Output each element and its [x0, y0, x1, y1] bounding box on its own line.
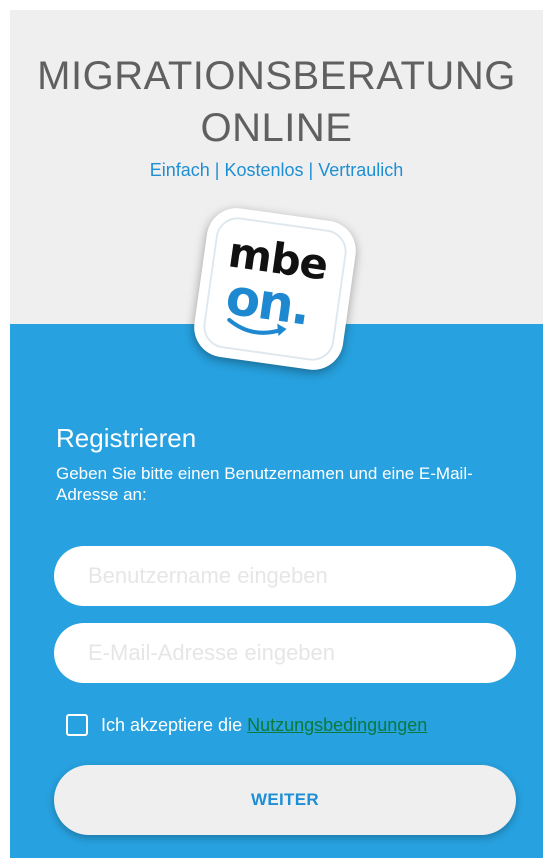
username-input[interactable]: [54, 546, 516, 606]
app-tagline: Einfach | Kostenlos | Vertraulich: [149, 160, 404, 180]
terms-row: Ich akzeptiere die Nutzungsbedingungen: [66, 711, 427, 739]
terms-checkbox[interactable]: [66, 714, 88, 736]
register-description: Geben Sie bitte einen Benutzernamen und …: [56, 464, 473, 504]
mbe-on-logo: mbe on.: [190, 204, 360, 374]
logo-card: mbe on.: [190, 204, 360, 374]
register-heading: Registrieren: [56, 423, 197, 453]
continue-button[interactable]: WEITER: [54, 765, 516, 835]
terms-link[interactable]: Nutzungsbedingungen: [247, 715, 427, 736]
app-screen: MIGRATIONSBERATUNG ONLINE Einfach | Kost…: [10, 10, 543, 858]
email-input[interactable]: [54, 623, 516, 683]
terms-label: Ich akzeptiere die: [101, 714, 243, 735]
app-title-line1: MIGRATIONSBERATUNG: [37, 54, 516, 98]
app-title-line2: ONLINE: [200, 106, 353, 150]
